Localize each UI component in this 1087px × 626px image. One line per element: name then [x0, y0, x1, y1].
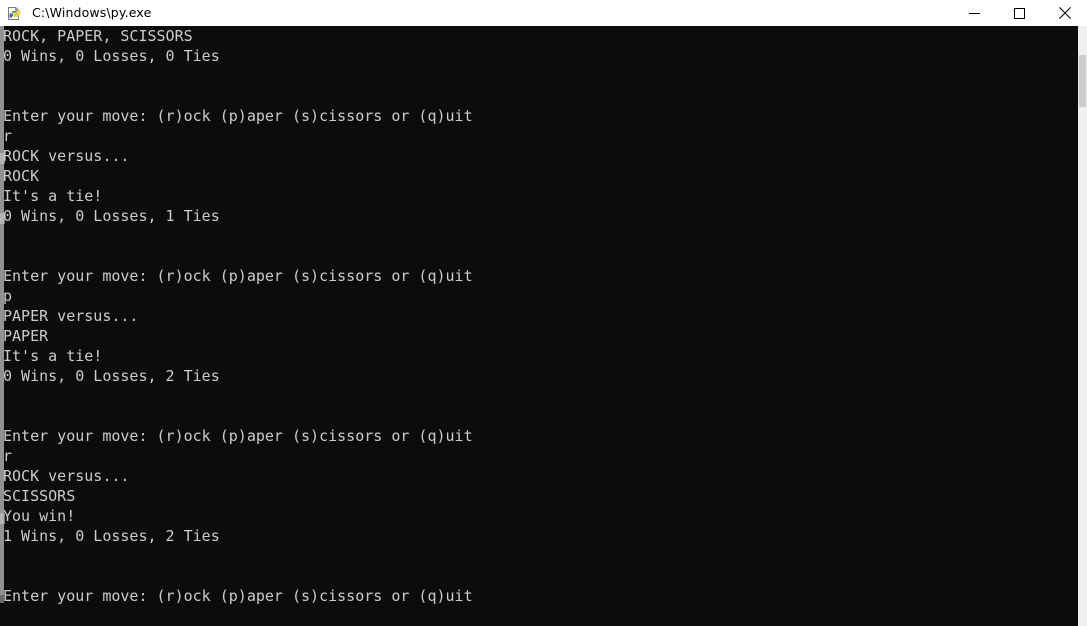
vertical-scrollbar[interactable] [1078, 26, 1087, 626]
console-window: C:\Windows\py.exe ROCK, PAPER, SCISSORS … [0, 0, 1087, 626]
console-text: ROCK, PAPER, SCISSORS 0 Wins, 0 Losses, … [3, 27, 473, 605]
title-bar-left: C:\Windows\py.exe [0, 0, 952, 26]
window-controls [952, 0, 1087, 26]
window-left-edge-strip [0, 26, 4, 595]
maximize-button[interactable] [997, 0, 1042, 26]
window-left-edge-strip-tail [0, 595, 4, 603]
vertical-scrollbar-thumb[interactable] [1079, 55, 1086, 107]
caret-artifact [0, 213, 5, 224]
console-output-area[interactable]: ROCK, PAPER, SCISSORS 0 Wins, 0 Losses, … [0, 26, 1087, 626]
window-title: C:\Windows\py.exe [32, 5, 152, 20]
caret-artifact [0, 153, 5, 164]
close-button[interactable] [1042, 0, 1087, 26]
python-launcher-icon [7, 6, 23, 22]
minimize-button[interactable] [952, 0, 997, 26]
title-bar[interactable]: C:\Windows\py.exe [0, 0, 1087, 27]
caret-artifact [0, 513, 5, 524]
